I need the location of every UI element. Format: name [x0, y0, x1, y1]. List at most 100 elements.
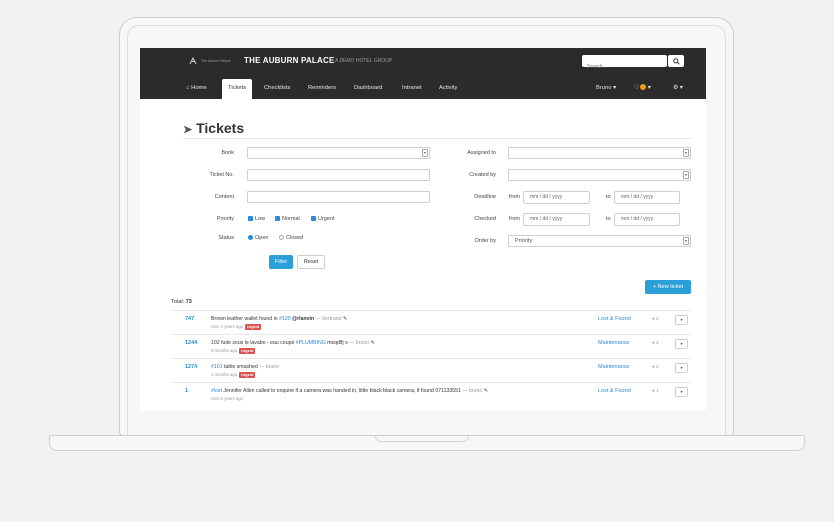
checked-label: Checked	[474, 216, 496, 222]
ticket-title[interactable]: #lost Jennifer Allen called to enquire i…	[211, 388, 488, 394]
top-navbar: The Auburn Palace THE AUBURN PALACE A DE…	[140, 48, 706, 99]
new-ticket-button[interactable]: + New ticket	[645, 280, 691, 294]
pencil-icon[interactable]: ✎	[343, 316, 347, 322]
filter-button[interactable]: Filter	[269, 255, 293, 269]
tag-icon: ➤	[183, 124, 193, 136]
comments-count: ● 2	[652, 364, 659, 369]
ticket-row[interactable]: 1274 #101 table smashed — bruno 4 months…	[171, 358, 691, 382]
user-menu[interactable]: Bruno ▾	[596, 79, 616, 97]
pencil-icon[interactable]: ✎	[371, 340, 375, 346]
tab-reminders[interactable]: Reminders	[302, 79, 342, 99]
deadline-label: Deadline	[474, 194, 496, 200]
ticket-row[interactable]: 1244 102 fuite sous le lavabo - eau coup…	[171, 334, 691, 358]
tab-dashboard[interactable]: Dashboard	[348, 79, 388, 99]
tab-intranet[interactable]: Intranet	[396, 79, 428, 99]
ticket-row[interactable]: 747 Brown leather wallet found in #120 @…	[171, 310, 691, 334]
notification-badge	[640, 84, 647, 91]
notifications-menu[interactable]: ♡ ▾	[634, 79, 651, 97]
chevron-down-icon: ▾	[647, 85, 651, 91]
app-screen: The Auburn Palace THE AUBURN PALACE A DE…	[140, 48, 706, 410]
comments-count: ● 1	[652, 388, 659, 393]
status-open-radio[interactable]: Open	[248, 234, 268, 242]
reset-button[interactable]: Reset	[297, 255, 325, 269]
checked-to-label: to	[606, 216, 611, 222]
book-select[interactable]: ▾	[247, 147, 430, 159]
brand-subtitle: A DEMO HOTEL GROUP	[335, 58, 393, 64]
comment-icon: ●	[652, 316, 655, 321]
ticket-id-link[interactable]: 747	[185, 316, 194, 322]
ticket-no-label: Ticket No.	[209, 172, 234, 178]
content-input[interactable]	[247, 191, 430, 203]
order-by-select[interactable]: Priority ▾	[508, 235, 691, 247]
tab-home[interactable]: ⌂ Home	[180, 79, 213, 99]
search-icon	[672, 57, 680, 65]
bell-icon: ♡	[634, 85, 640, 91]
ticket-title[interactable]: Brown leather wallet found in #120 @rlan…	[211, 316, 347, 322]
page-title: ➤ Tickets	[183, 120, 245, 136]
status-closed-radio[interactable]: Closed	[279, 234, 303, 242]
assigned-to-select[interactable]: ▾	[508, 147, 691, 159]
status-label: Status	[218, 235, 234, 241]
pencil-icon[interactable]: ✎	[484, 388, 488, 394]
brand-logo-text: The Auburn Palace	[201, 59, 231, 63]
deadline-to-input[interactable]: mm / dd / yyyy	[614, 191, 680, 204]
order-by-label: Order by	[474, 238, 496, 244]
comments-count: ● 3	[652, 340, 659, 345]
chevron-down-icon: ▾	[680, 341, 683, 346]
ticket-id-link[interactable]: 1274	[185, 364, 197, 370]
tab-tickets[interactable]: Tickets	[222, 79, 253, 99]
priority-urgent-checkbox[interactable]: Urgent	[311, 215, 335, 223]
chevron-down-icon: ▾	[680, 317, 683, 322]
urgent-badge: Urgent	[239, 372, 256, 378]
comment-icon: ●	[652, 340, 655, 345]
ticket-id-link[interactable]: 1244	[185, 340, 197, 346]
caret-icon: ▾	[683, 171, 689, 179]
radio-checked-icon	[248, 234, 253, 240]
ticket-row[interactable]: 1 #lost Jennifer Allen called to enquire…	[171, 382, 691, 406]
checked-from-label: from	[509, 216, 520, 222]
settings-menu[interactable]: ⚙ ▾	[673, 79, 683, 97]
ticket-title[interactable]: 102 fuite sous le lavabo - eau coupé #PL…	[211, 340, 375, 346]
caret-icon: ▾	[422, 149, 428, 157]
priority-low-checkbox[interactable]: Low	[248, 215, 265, 223]
chevron-down-icon: ▾	[613, 85, 617, 91]
tab-activity[interactable]: Activity	[433, 79, 463, 99]
row-dropdown-button[interactable]: ▾	[675, 387, 688, 397]
caret-icon: ▾	[683, 149, 689, 157]
row-dropdown-button[interactable]: ▾	[675, 339, 688, 349]
checkbox-checked-icon	[311, 215, 316, 221]
assigned-to-label: Assigned to	[467, 150, 496, 156]
chevron-down-icon: ▾	[680, 365, 683, 370]
tab-checklists[interactable]: Checklists	[258, 79, 296, 99]
ticket-title[interactable]: #101 table smashed — bruno	[211, 364, 279, 370]
row-dropdown-button[interactable]: ▾	[675, 315, 688, 325]
row-dropdown-button[interactable]: ▾	[675, 363, 688, 373]
created-by-select[interactable]: ▾	[508, 169, 691, 181]
ticket-category-link[interactable]: Maintenance	[598, 340, 630, 346]
urgent-badge: Urgent	[239, 348, 256, 354]
content-label: Content	[214, 194, 234, 200]
ticket-category-link[interactable]: Lost & Found	[598, 388, 631, 394]
caret-icon: ▾	[683, 237, 689, 245]
priority-normal-checkbox[interactable]: Normal	[275, 215, 300, 223]
ticket-id-link[interactable]: 1	[185, 388, 188, 394]
checked-from-input[interactable]: mm / dd / yyyy	[523, 213, 590, 226]
search-button[interactable]	[668, 55, 684, 67]
ticket-category-link[interactable]: Lost & Found	[598, 316, 631, 322]
checked-to-input[interactable]: mm / dd / yyyy	[614, 213, 680, 226]
priority-label: Priority	[216, 216, 234, 222]
ticket-meta: 4 months ago Urgent	[211, 372, 256, 378]
brand-name[interactable]: THE AUBURN PALACE	[244, 56, 335, 65]
deadline-from-input[interactable]: mm / dd / yyyy	[523, 191, 590, 204]
ticket-no-input[interactable]	[247, 169, 430, 181]
chevron-down-icon: ▾	[680, 389, 683, 394]
comments-count: ● 2	[652, 316, 659, 321]
ticket-meta: over 5 years ago	[211, 396, 244, 401]
ticket-meta: over 2 years ago Urgent	[211, 324, 262, 330]
brand-logo-icon[interactable]	[188, 56, 198, 68]
search-input[interactable]	[582, 61, 642, 73]
laptop-base	[49, 435, 805, 451]
checkbox-checked-icon	[275, 215, 280, 221]
home-icon: ⌂	[186, 85, 190, 91]
ticket-category-link[interactable]: Maintenance	[598, 364, 630, 370]
